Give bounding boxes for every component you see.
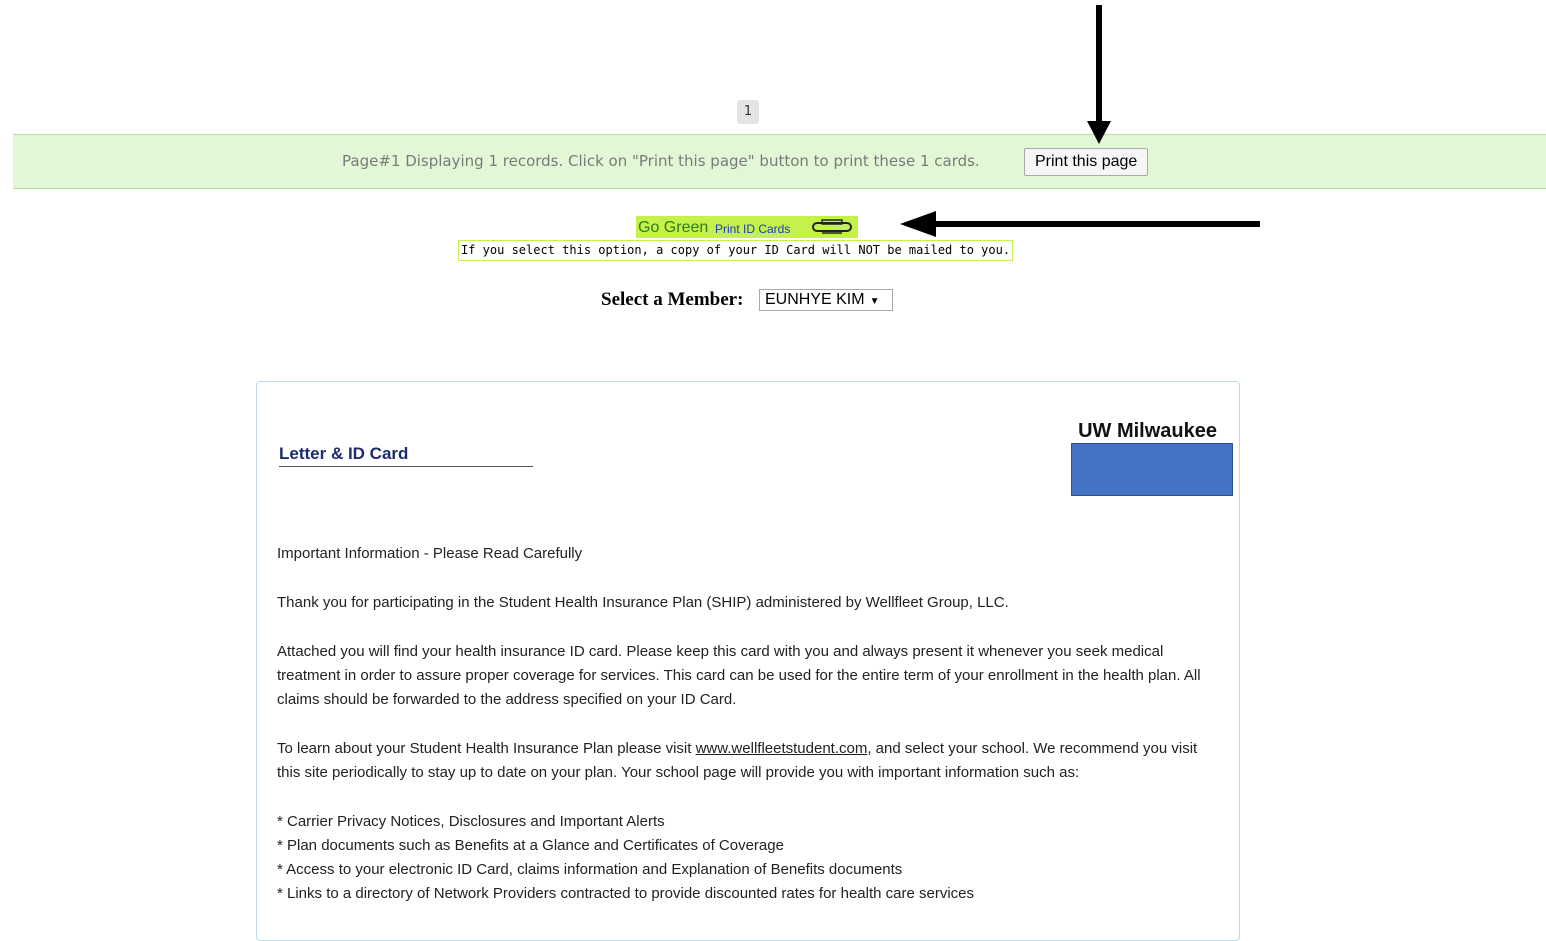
member-selected-value: EUNHYE KIM xyxy=(765,291,865,308)
select-member-label: Select a Member: xyxy=(601,289,744,310)
go-green-box: Go Green Print ID Cards xyxy=(636,216,858,238)
letter-paragraph-2: Attached you will find your health insur… xyxy=(277,643,1201,708)
info-bullet-list: * Carrier Privacy Notices, Disclosures a… xyxy=(277,810,1222,906)
printer-icon[interactable] xyxy=(812,219,852,235)
bullet-item: * Carrier Privacy Notices, Disclosures a… xyxy=(277,813,665,830)
letter-body: Important Information - Please Read Care… xyxy=(277,542,1222,906)
go-green-note: If you select this option, a copy of you… xyxy=(458,240,1014,261)
para3-text-before: To learn about your Student Health Insur… xyxy=(277,740,696,757)
dropdown-caret-icon: ▼ xyxy=(869,296,880,307)
letter-heading: Important Information - Please Read Care… xyxy=(277,545,583,562)
bullet-item: * Links to a directory of Network Provid… xyxy=(277,885,974,902)
wellfleet-link[interactable]: www.wellfleetstudent.com xyxy=(696,740,868,757)
banner-text: Page#1 Displaying 1 records. Click on "P… xyxy=(342,152,980,170)
school-logo xyxy=(1071,443,1233,496)
print-this-page-button[interactable]: Print this page xyxy=(1024,148,1149,176)
letter-card: Letter & ID Card UW Milwaukee Important … xyxy=(256,381,1240,941)
school-name: UW Milwaukee xyxy=(1078,420,1217,442)
bullet-item: * Access to your electronic ID Card, cla… xyxy=(277,861,903,878)
left-arrow-annotation xyxy=(900,211,1260,237)
print-id-cards-link[interactable]: Print ID Cards xyxy=(715,222,790,236)
member-dropdown[interactable]: EUNHYE KIM ▼ xyxy=(759,289,893,311)
go-green-label: Go Green xyxy=(638,219,709,236)
bullet-item: * Plan documents such as Benefits at a G… xyxy=(277,837,784,854)
info-banner: Page#1 Displaying 1 records. Click on "P… xyxy=(13,134,1546,189)
letter-paragraph-1: Thank you for participating in the Stude… xyxy=(277,594,1009,611)
down-arrow-annotation xyxy=(1087,5,1111,144)
letter-paragraph-3: To learn about your Student Health Insur… xyxy=(277,737,1222,785)
card-title: Letter & ID Card xyxy=(279,444,533,467)
page-number-1[interactable]: 1 xyxy=(737,100,759,124)
